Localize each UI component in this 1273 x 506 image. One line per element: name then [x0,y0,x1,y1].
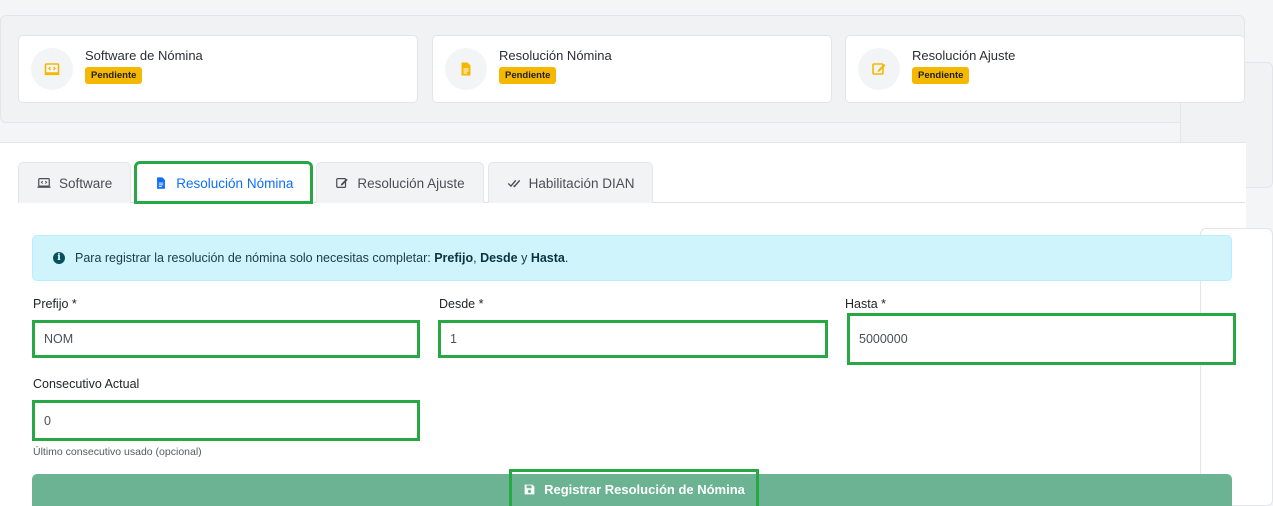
edit-icon [858,48,900,90]
tab-resolucion-nomina[interactable]: Resolución Nómina [134,161,314,204]
edit-icon [336,178,349,188]
consecutivo-input[interactable] [32,400,420,441]
info-alert: i Para registrar la resolución de nómina… [32,235,1232,281]
desde-input[interactable] [438,320,828,358]
alert-text: Para registrar la resolución de nómina s… [75,251,569,265]
status-badge: Pendiente [85,67,143,84]
consecutivo-label: Consecutivo Actual [33,377,140,391]
info-icon: i [53,252,65,264]
prefijo-input[interactable] [32,320,420,358]
tab-label: Habilitación DIAN [528,175,635,191]
desde-label: Desde * [439,297,484,311]
tab-software[interactable]: Software [18,162,132,203]
code-window-icon [31,48,73,90]
hasta-label: Hasta * [845,297,886,311]
tab-resolucion-ajuste[interactable]: Resolución Ajuste [316,162,484,203]
status-badge: Pendiente [912,67,970,84]
consecutivo-help: Último consecutivo usado (opcional) [33,446,202,458]
tab-label: Software [59,175,113,191]
status-card-resolucion-nomina: Resolución Nómina Pendiente [432,35,832,103]
status-badge: Pendiente [499,67,557,84]
register-resolution-button[interactable] [32,474,1232,506]
prefijo-label: Prefijo * [33,297,77,311]
tab-label: Resolución Nómina [176,175,294,191]
tab-label: Resolución Ajuste [357,175,465,191]
document-icon [157,177,166,189]
status-card-resolucion-ajuste: Resolución Ajuste Pendiente [845,35,1245,103]
tab-habilitacion-dian[interactable]: Habilitación DIAN [487,162,654,203]
status-card-title: Software de Nómina [85,48,203,63]
status-card-title: Resolución Nómina [499,48,612,63]
tab-bar: Software Resolución Nómina Resolución Aj… [18,161,654,204]
status-card-title: Resolución Ajuste [912,48,1016,63]
double-check-icon [507,179,520,188]
status-card-software: Software de Nómina Pendiente [18,35,418,103]
code-window-icon [37,178,51,188]
hasta-input[interactable] [847,313,1236,365]
document-icon [445,48,487,90]
